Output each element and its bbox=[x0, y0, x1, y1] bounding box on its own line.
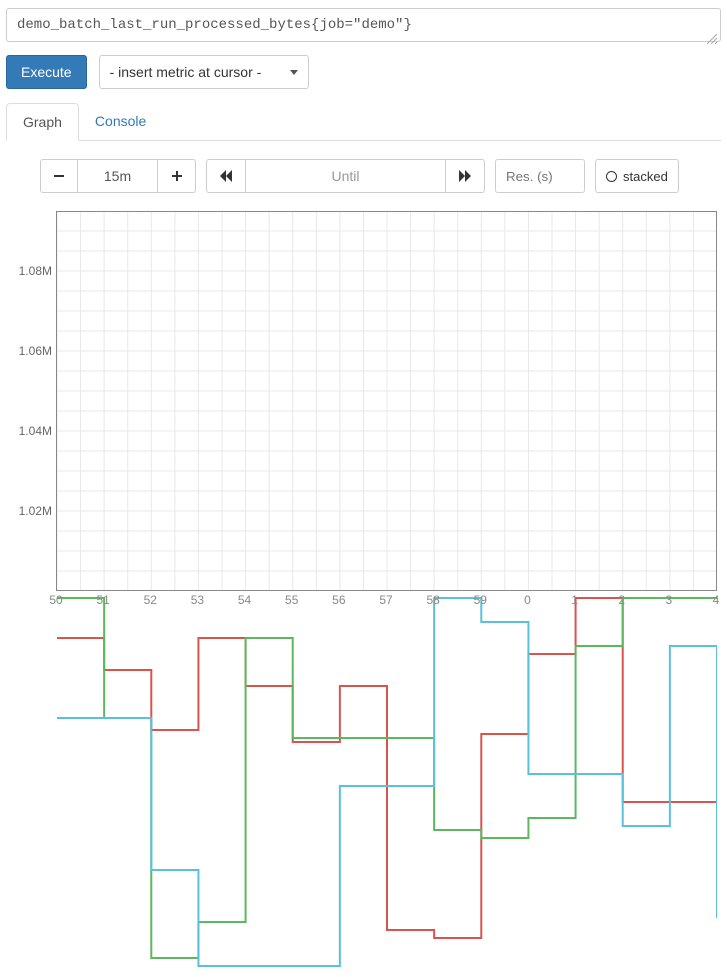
time-navigate-group: Until bbox=[206, 159, 485, 193]
range-increase-button[interactable] bbox=[158, 159, 196, 193]
tab-console[interactable]: Console bbox=[79, 103, 162, 140]
query-input[interactable] bbox=[6, 8, 721, 42]
resolution-input[interactable] bbox=[495, 159, 585, 193]
x-axis-tick: 58 bbox=[426, 593, 439, 607]
tab-graph[interactable]: Graph bbox=[6, 103, 79, 141]
x-axis-tick: 54 bbox=[238, 593, 251, 607]
y-axis-tick: 1.02M bbox=[19, 504, 52, 518]
execute-button[interactable]: Execute bbox=[6, 55, 87, 89]
x-axis-tick: 3 bbox=[666, 593, 673, 607]
x-axis-tick: 50 bbox=[49, 593, 62, 607]
x-axis-tick: 4 bbox=[713, 593, 720, 607]
chart: 1.02M 1.04M 1.06M 1.08M 50 51 52 53 54 55 56 57 58 5… bbox=[6, 211, 721, 611]
x-axis-tick: 0 bbox=[524, 593, 531, 607]
forward-icon bbox=[458, 170, 472, 182]
x-axis-tick: 1 bbox=[571, 593, 578, 607]
x-axis-tick: 51 bbox=[96, 593, 109, 607]
until-input[interactable]: Until bbox=[246, 159, 446, 193]
minus-icon bbox=[53, 170, 65, 182]
stacked-toggle[interactable]: stacked bbox=[595, 159, 679, 193]
x-axis-tick: 57 bbox=[379, 593, 392, 607]
x-axis-tick: 56 bbox=[332, 593, 345, 607]
time-rewind-button[interactable] bbox=[206, 159, 246, 193]
x-axis-tick: 59 bbox=[474, 593, 487, 607]
x-axis-tick: 55 bbox=[285, 593, 298, 607]
metric-select-label: - insert metric at cursor - bbox=[110, 64, 262, 80]
range-decrease-button[interactable] bbox=[40, 159, 78, 193]
x-axis-tick: 52 bbox=[144, 593, 157, 607]
plus-icon bbox=[171, 170, 183, 182]
y-axis-tick: 1.08M bbox=[19, 264, 52, 278]
metric-select[interactable]: - insert metric at cursor - bbox=[99, 55, 309, 89]
time-range-group: 15m bbox=[40, 159, 196, 193]
caret-down-icon bbox=[290, 70, 298, 75]
time-forward-button[interactable] bbox=[446, 159, 485, 193]
y-axis-tick: 1.04M bbox=[19, 424, 52, 438]
x-axis-tick: 53 bbox=[191, 593, 204, 607]
range-input[interactable]: 15m bbox=[78, 159, 158, 193]
rewind-icon bbox=[219, 170, 233, 182]
circle-icon bbox=[606, 171, 617, 182]
x-axis-tick: 2 bbox=[618, 593, 625, 607]
y-axis-tick: 1.06M bbox=[19, 344, 52, 358]
resize-grip-icon[interactable] bbox=[707, 31, 717, 41]
stacked-label: stacked bbox=[623, 169, 668, 184]
